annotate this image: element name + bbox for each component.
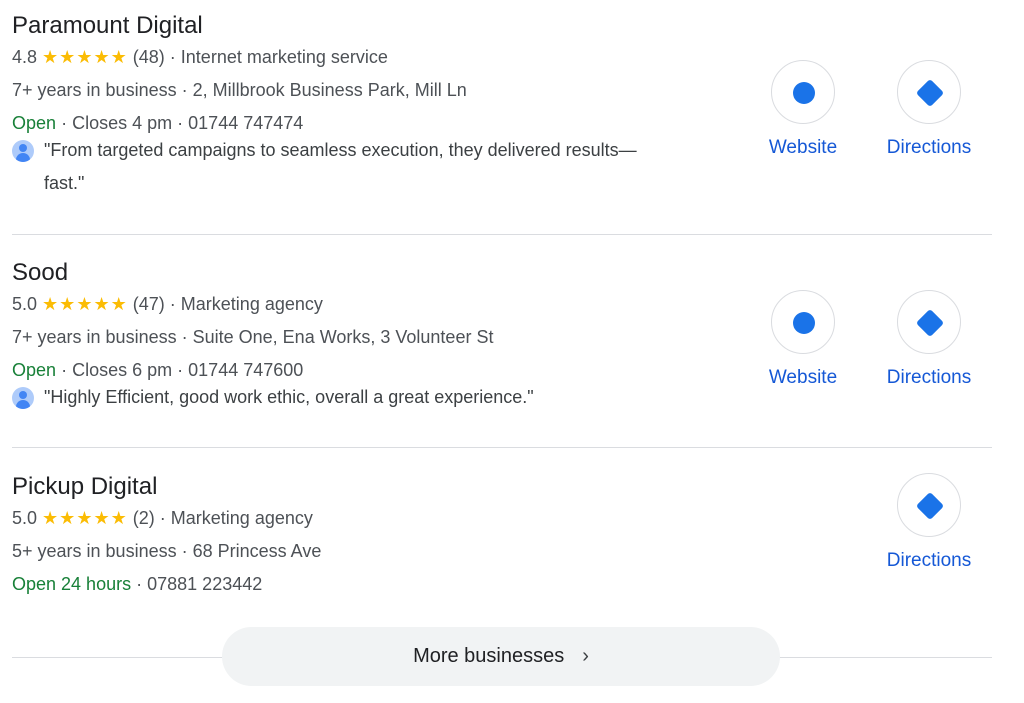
globe-icon <box>793 82 815 104</box>
globe-icon <box>793 312 815 334</box>
business-category: Marketing agency <box>170 508 313 528</box>
business-category: Marketing agency <box>180 294 323 314</box>
phone-number[interactable]: 01744 747600 <box>188 360 303 380</box>
separator: · <box>61 113 68 133</box>
star-rating: ★★★★★ <box>42 294 128 314</box>
rating-row: 5.0 ★★★★★ (2) · Marketing agency <box>12 507 992 529</box>
directions-button[interactable]: Directions <box>874 290 984 390</box>
business-address: Suite One, Ena Works, 3 Volunteer St <box>192 327 494 347</box>
phone-number[interactable]: 07881 223442 <box>147 574 262 594</box>
website-label[interactable]: Website <box>748 366 858 390</box>
review-snippet: "From targeted campaigns to seamless exe… <box>12 134 744 200</box>
directions-label[interactable]: Directions <box>874 366 984 390</box>
separator: · <box>177 113 184 133</box>
reviewer-avatar-icon <box>12 140 34 162</box>
more-businesses-button[interactable]: More businesses › <box>222 627 780 686</box>
separator: · <box>181 541 188 561</box>
years-in-business: 7+ years in business <box>12 327 177 347</box>
separator: · <box>181 327 188 347</box>
reviewer-avatar-icon <box>12 387 34 409</box>
open-status: Open <box>12 113 57 133</box>
separator: · <box>159 508 166 528</box>
separator: · <box>169 47 176 67</box>
rating-value: 5.0 <box>12 508 38 528</box>
directions-circle[interactable] <box>897 290 961 354</box>
more-businesses-label[interactable]: More businesses <box>413 645 564 667</box>
business-address: 68 Princess Ave <box>192 541 322 561</box>
separator: · <box>169 294 176 314</box>
separator: · <box>181 80 188 100</box>
website-button[interactable]: Website <box>748 60 858 160</box>
directions-button[interactable]: Directions <box>874 473 984 573</box>
website-button[interactable]: Website <box>748 290 858 390</box>
business-name[interactable]: Pickup Digital <box>12 473 992 501</box>
directions-circle[interactable] <box>897 60 961 124</box>
review-count[interactable]: (48) <box>133 47 165 67</box>
directions-circle[interactable] <box>897 473 961 537</box>
separator: · <box>136 574 143 594</box>
directions-label[interactable]: Directions <box>874 136 984 160</box>
directions-icon <box>915 491 945 521</box>
directions-label[interactable]: Directions <box>874 549 984 573</box>
website-circle[interactable] <box>771 60 835 124</box>
closing-time: Closes 4 pm <box>72 113 173 133</box>
rating-value: 4.8 <box>12 47 38 67</box>
divider <box>12 234 992 235</box>
business-category: Internet marketing service <box>180 47 388 67</box>
business-address: 2, Millbrook Business Park, Mill Ln <box>192 80 467 100</box>
open-status: Open 24 hours <box>12 574 132 594</box>
review-snippet: "Highly Efficient, good work ethic, over… <box>12 381 744 414</box>
business-name[interactable]: Sood <box>12 259 992 287</box>
divider <box>12 447 992 448</box>
hours-row: Open 24 hours · 07881 223442 <box>12 573 992 595</box>
review-text-line: "From targeted campaigns to seamless exe… <box>44 140 637 160</box>
years-in-business: 5+ years in business <box>12 541 177 561</box>
closing-time: Closes 6 pm <box>72 360 173 380</box>
review-count[interactable]: (2) <box>133 508 155 528</box>
website-label[interactable]: Website <box>748 136 858 160</box>
years-in-business: 7+ years in business <box>12 80 177 100</box>
business-name[interactable]: Paramount Digital <box>12 12 992 40</box>
directions-icon <box>915 308 945 338</box>
directions-icon <box>915 78 945 108</box>
star-rating: ★★★★★ <box>42 508 128 528</box>
directions-button[interactable]: Directions <box>874 60 984 160</box>
separator: · <box>61 360 68 380</box>
info-row: 5+ years in business · 68 Princess Ave <box>12 540 992 562</box>
separator: · <box>177 360 184 380</box>
phone-number[interactable]: 01744 747474 <box>188 113 303 133</box>
website-circle[interactable] <box>771 290 835 354</box>
review-text-line: "Highly Efficient, good work ethic, over… <box>44 387 534 407</box>
open-status: Open <box>12 360 57 380</box>
review-count[interactable]: (47) <box>133 294 165 314</box>
review-text-line: fast." <box>44 173 85 193</box>
star-rating: ★★★★★ <box>42 47 128 67</box>
rating-value: 5.0 <box>12 294 38 314</box>
chevron-right-icon: › <box>582 645 589 667</box>
business-listing: Pickup Digital 5.0 ★★★★★ (2) · Marketing… <box>12 473 992 595</box>
